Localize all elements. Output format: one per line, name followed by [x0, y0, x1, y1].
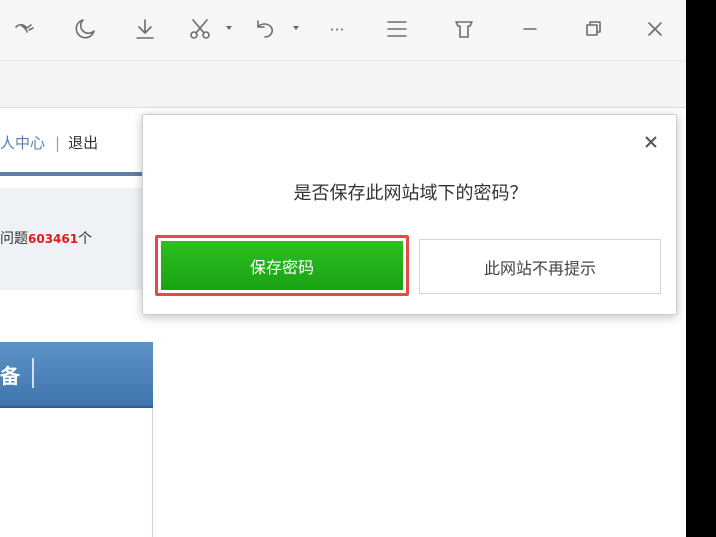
info-suffix: 个 — [78, 231, 93, 247]
info-text: 问题603461个 — [0, 228, 92, 248]
top-links: 人中心 | 退出 — [0, 132, 98, 152]
section-header-separator — [32, 358, 34, 388]
info-prefix: 问题 — [0, 231, 28, 247]
minimize-icon[interactable] — [515, 14, 545, 44]
moon-icon[interactable] — [70, 14, 100, 44]
gesture-icon[interactable] — [10, 14, 40, 44]
browser-window: ··· 人中心 | 退出 问题603461个 备 是否保存此网站域下的密码？ 保… — [0, 0, 686, 537]
header-divider — [0, 172, 160, 176]
save-password-popup: 是否保存此网站域下的密码？ 保存密码 此网站不再提示 — [142, 114, 677, 315]
title-bar: ··· — [0, 0, 686, 60]
info-count: 603461 — [28, 232, 79, 246]
close-icon[interactable] — [640, 14, 670, 44]
scissors-icon[interactable] — [185, 14, 215, 44]
more-icon[interactable]: ··· — [322, 14, 352, 44]
download-icon[interactable] — [130, 14, 160, 44]
popup-question: 是否保存此网站域下的密码？ — [293, 183, 528, 204]
save-password-button[interactable]: 保存密码 — [161, 241, 403, 290]
undo-icon[interactable] — [250, 14, 280, 44]
menu-icon[interactable] — [382, 14, 412, 44]
logout-link[interactable]: 退出 — [68, 132, 98, 153]
undo-dropdown-icon[interactable] — [293, 26, 299, 30]
more-label: ··· — [329, 19, 345, 39]
restore-icon[interactable] — [578, 14, 608, 44]
section-header-text[interactable]: 备 — [0, 360, 20, 389]
scissors-dropdown-icon[interactable] — [226, 26, 232, 30]
info-box: 问题603461个 — [0, 188, 160, 290]
section-header: 备 — [0, 342, 153, 408]
never-prompt-button[interactable]: 此网站不再提示 — [419, 239, 661, 294]
save-button-highlight: 保存密码 — [155, 235, 409, 296]
link-separator: | — [55, 134, 61, 152]
section-panel — [0, 408, 153, 537]
user-center-link[interactable]: 人中心 — [0, 132, 45, 153]
popup-close-icon[interactable] — [640, 131, 662, 153]
address-bar-area — [0, 60, 686, 108]
skin-icon[interactable] — [449, 14, 479, 44]
